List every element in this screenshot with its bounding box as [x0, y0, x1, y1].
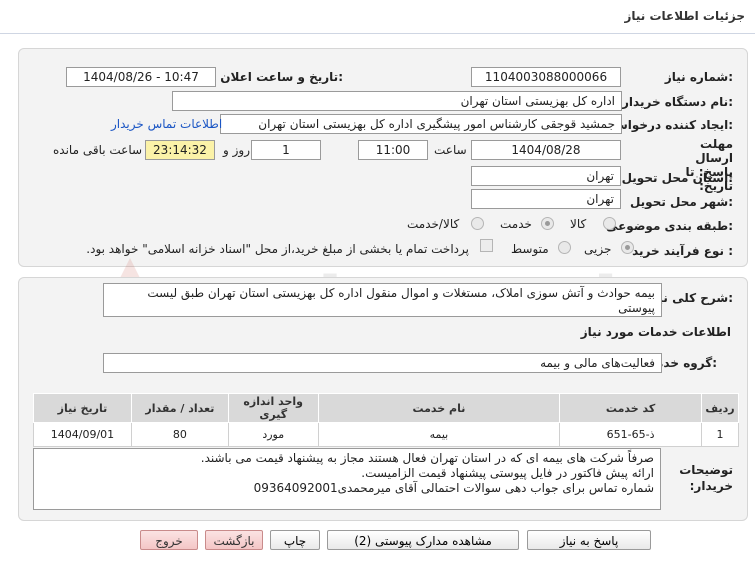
header-need-date: تاریخ نیاز — [33, 393, 132, 423]
category-service-label: خدمت — [500, 217, 532, 231]
process-minor-radio[interactable] — [621, 241, 634, 254]
buyer-org-label: نام دستگاه خریدار: — [622, 95, 733, 109]
remaining-label: ساعت باقی مانده — [53, 143, 143, 157]
services-info-title: اطلاعات خدمات مورد نیاز — [580, 325, 731, 339]
exit-button[interactable]: خروج — [140, 530, 198, 550]
general-desc-line-1: بیمه حوادث و آتش سوزی املاک، مستغلات و ا… — [147, 286, 655, 300]
header-quantity: تعداد / مقدار — [130, 393, 229, 423]
need-number-field[interactable]: 1104003088000066 — [471, 67, 621, 87]
header-row-number: ردیف — [700, 393, 740, 423]
table-header-row: تاریخ نیاز تعداد / مقدار واحد اندازه گیر… — [33, 393, 740, 423]
need-number-label: شماره نیاز: — [664, 70, 733, 84]
cell-unit: مورد — [227, 422, 319, 447]
header-service-code: کد خدمت — [559, 393, 702, 423]
deadline-time-field[interactable]: 11:00 — [358, 140, 428, 160]
back-button[interactable]: بازگشت — [205, 530, 263, 550]
cell-need-date: 1404/09/01 — [33, 422, 132, 447]
buyer-notes-line-3: شماره تماس برای جواب دهی سوالات احتمالی … — [253, 481, 654, 495]
deadline-time-label: ساعت — [434, 143, 467, 157]
services-table: تاریخ نیاز تعداد / مقدار واحد اندازه گیر… — [33, 393, 740, 447]
page-title: جزئیات اطلاعات نیاز — [624, 9, 745, 23]
buyer-notes-line-1: صرفاً شرکت های بیمه ای که در استان تهران… — [200, 451, 654, 465]
reply-button[interactable]: پاسخ به نیاز — [527, 530, 651, 550]
remaining-time-field: 23:14:32 — [145, 140, 215, 160]
category-label: طبقه بندی موضوعی: — [605, 219, 733, 233]
category-goods-service-label: کالا/خدمت — [407, 217, 460, 231]
category-goods-radio[interactable] — [603, 217, 616, 230]
requester-label: ایجاد کننده درخواست: — [603, 118, 733, 132]
treasury-note: پرداخت تمام یا بخشی از مبلغ خرید،از محل … — [86, 242, 469, 256]
day-and-label: روز و — [223, 143, 250, 157]
view-attachments-button[interactable]: مشاهده مدارک پیوستی (2) — [327, 530, 519, 550]
print-button[interactable]: چاپ — [270, 530, 320, 550]
process-type-label: نوع فرآیند خرید : — [632, 244, 733, 258]
process-medium-label: متوسط — [511, 242, 549, 256]
city-field[interactable]: تهران — [471, 189, 621, 209]
cell-row-number: 1 — [700, 422, 740, 447]
cell-service-code: ذ-65-651 — [559, 422, 702, 447]
process-minor-label: جزیی — [584, 242, 612, 256]
deadline-date-field[interactable]: 1404/08/28 — [471, 140, 621, 160]
days-field[interactable]: 1 — [251, 140, 321, 160]
cell-quantity: 80 — [130, 422, 229, 447]
province-field[interactable]: تهران — [471, 166, 621, 186]
general-desc-line-2: پیوستی — [618, 301, 655, 315]
buyer-contact-link[interactable]: اطلاعات تماس خریدار — [111, 117, 222, 131]
treasury-checkbox[interactable] — [480, 239, 493, 252]
process-medium-radio[interactable] — [558, 241, 571, 254]
category-goods-service-radio[interactable] — [471, 217, 484, 230]
announce-datetime-field[interactable]: 1404/08/26 - 10:47 — [66, 67, 216, 87]
header-service-name: نام خدمت — [317, 393, 561, 423]
city-label: شهر محل تحویل: — [629, 195, 733, 209]
table-row[interactable]: 1404/09/01 80 مورد بیمه ذ-65-651 1 — [33, 422, 740, 447]
category-service-radio[interactable] — [541, 217, 554, 230]
header-unit: واحد اندازه گیری — [227, 393, 319, 423]
general-desc-box[interactable]: بیمه حوادث و آتش سوزی املاک، مستغلات و ا… — [103, 283, 662, 317]
category-goods-label: کالا — [570, 217, 587, 231]
province-label: استان محل تحویل: — [621, 171, 733, 185]
service-group-field[interactable]: فعالیت‌های مالی و بیمه — [103, 353, 662, 373]
buyer-notes-line-2: ارائه پیش فاکتور در فایل پیوستی پیشنهاد … — [361, 466, 654, 480]
buyer-notes-label: توضیحات خریدار: — [679, 463, 733, 493]
title-bar: جزئیات اطلاعات نیاز — [0, 0, 755, 34]
cell-service-name: بیمه — [317, 422, 561, 447]
buyer-org-field[interactable]: اداره کل بهزیستی استان تهران — [172, 91, 622, 111]
buyer-notes-box[interactable]: صرفاً شرکت های بیمه ای که در استان تهران… — [33, 448, 661, 510]
requester-field[interactable]: جمشید قوجقی کارشناس امور پیشگیری اداره ک… — [220, 114, 622, 134]
